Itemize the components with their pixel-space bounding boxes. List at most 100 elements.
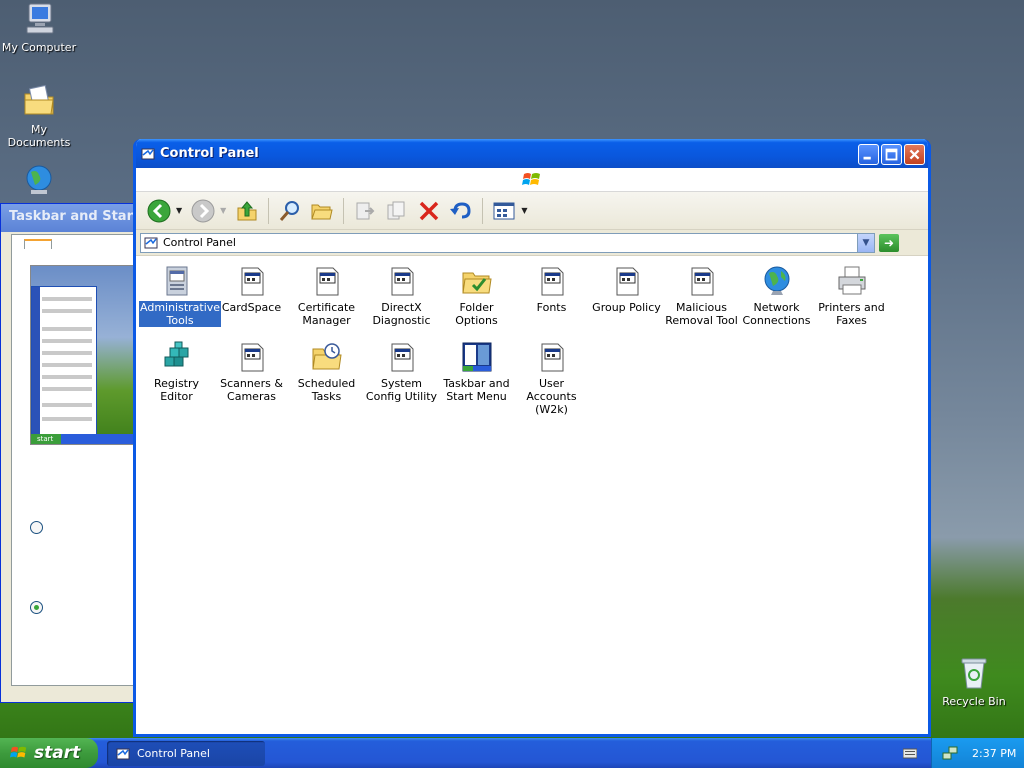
control-panel-item[interactable]: Fonts	[514, 259, 589, 329]
address-dropdown-button[interactable]: ▼	[857, 233, 874, 252]
views-dropdown-icon[interactable]: ▼	[521, 206, 527, 215]
folders-button[interactable]	[307, 196, 337, 226]
go-button[interactable]: ➜	[879, 233, 899, 252]
control-panel-item-label: System Config Utility	[365, 377, 438, 403]
control-panel-items: Administrative Tools CardSpace Certificate…	[139, 259, 919, 416]
taskbar-properties-window[interactable]: Taskbar and Start M start	[0, 203, 140, 703]
chevron-down-icon: ▼	[862, 237, 870, 248]
address-text: Control Panel	[163, 236, 236, 249]
control-panel-item-label: DirectX Diagnostic	[372, 301, 431, 327]
network-tray-icon[interactable]	[942, 745, 958, 761]
maximize-button[interactable]	[881, 144, 902, 165]
desktop-icon-label: My Computer	[1, 41, 77, 54]
window-icon	[611, 265, 643, 297]
desktop-icon-internet[interactable]	[1, 163, 77, 202]
toolbar: ▼ ▼ ▼	[136, 192, 928, 230]
taskbar: start Control Panel 2:37 PM	[0, 738, 1024, 768]
control-panel-item[interactable]: Printers and Faxes	[814, 259, 889, 329]
my-documents-icon	[24, 84, 54, 115]
control-panel-item-label: Fonts	[536, 301, 567, 314]
minimize-button[interactable]	[858, 144, 879, 165]
control-panel-item-label: Malicious Removal Tool	[665, 301, 738, 327]
move-to-icon	[356, 202, 375, 219]
taskbar-icon	[461, 341, 493, 373]
window-icon	[236, 265, 268, 297]
desktop-icon-label: Recycle Bin	[942, 695, 1006, 708]
delete-button[interactable]	[414, 196, 444, 226]
control-panel-item[interactable]: CardSpace	[214, 259, 289, 329]
window-title: Control Panel	[160, 146, 259, 161]
control-panel-item[interactable]: Folder Options	[439, 259, 514, 329]
properties-tab[interactable]	[24, 239, 52, 249]
taskbar-item-label: Control Panel	[137, 747, 210, 760]
control-panel-item[interactable]: Administrative Tools	[139, 259, 222, 329]
control-panel-item-label: Scheduled Tasks	[297, 377, 356, 403]
move-to-button[interactable]	[350, 196, 380, 226]
preview-start-menu	[31, 286, 97, 436]
control-panel-item-label: User Accounts (W2k)	[526, 377, 577, 416]
control-panel-item-label: Scanners & Cameras	[220, 377, 283, 403]
control-panel-item-label: Printers and Faxes	[818, 301, 885, 327]
control-panel-window: Control Panel ▼ ▼ ▼ Control Panel ▼ ➜ Ad…	[133, 139, 931, 737]
control-panel-item[interactable]: Group Policy	[589, 259, 664, 329]
up-folder-icon	[237, 200, 257, 220]
clock[interactable]: 2:37 PM	[972, 747, 1016, 760]
control-panel-item[interactable]: DirectX Diagnostic	[364, 259, 439, 329]
start-menu-radio[interactable]	[30, 521, 43, 534]
background-window-body: start	[11, 234, 137, 686]
control-panel-item[interactable]: Scanners & Cameras	[214, 335, 289, 405]
control-panel-item-label: Certificate Manager	[297, 301, 356, 327]
classic-start-menu-radio[interactable]	[30, 601, 43, 614]
views-button[interactable]	[489, 196, 519, 226]
control-panel-item[interactable]: Registry Editor	[139, 335, 214, 405]
forward-dropdown-icon[interactable]: ▼	[220, 206, 226, 215]
address-input[interactable]: Control Panel ▼	[140, 232, 875, 253]
back-button[interactable]	[144, 196, 174, 226]
control-panel-item[interactable]: System Config Utility	[364, 335, 439, 405]
desktop-icon-recycle-bin[interactable]: Recycle Bin	[936, 656, 1012, 708]
control-panel-item-label: Registry Editor	[153, 377, 200, 403]
views-icon	[493, 202, 515, 219]
undo-icon	[450, 201, 471, 218]
minimize-icon	[863, 156, 871, 160]
control-panel-icon	[141, 148, 155, 159]
control-panel-item[interactable]: Taskbar and Start Menu	[439, 335, 514, 405]
control-panel-item[interactable]: Malicious Removal Tool	[664, 259, 739, 329]
desktop-icon-my-computer[interactable]: My Computer	[1, 2, 77, 54]
forward-button[interactable]	[188, 196, 218, 226]
undo-button[interactable]	[446, 196, 476, 226]
taskbar-item-control-panel[interactable]: Control Panel	[107, 741, 265, 766]
keyboard-icon[interactable]	[903, 746, 917, 760]
forward-arrow-icon	[191, 199, 215, 222]
folder-options-icon	[461, 265, 493, 297]
recycle-bin-icon	[961, 658, 987, 689]
registry-cubes-icon	[161, 341, 193, 373]
control-panel-item[interactable]: Network Connections	[739, 259, 814, 329]
window-icon	[536, 265, 568, 297]
content-area: Administrative Tools CardSpace Certificate…	[136, 257, 928, 734]
start-button[interactable]: start	[0, 738, 98, 768]
back-arrow-icon	[147, 199, 171, 222]
control-panel-item[interactable]: Scheduled Tasks	[289, 335, 364, 405]
window-icon	[311, 265, 343, 297]
control-panel-item-label: CardSpace	[221, 301, 282, 314]
control-panel-item-label: Administrative Tools	[139, 301, 222, 327]
control-panel-item[interactable]: Certificate Manager	[289, 259, 364, 329]
control-panel-item[interactable]: User Accounts (W2k)	[514, 335, 589, 416]
close-button[interactable]	[904, 144, 925, 165]
go-arrow-icon: ➜	[883, 235, 895, 250]
back-dropdown-icon[interactable]: ▼	[176, 206, 182, 215]
desktop-icon-my-documents[interactable]: My Documents	[1, 84, 77, 149]
up-button[interactable]	[232, 196, 262, 226]
window-icon	[536, 341, 568, 373]
copy-to-button[interactable]	[382, 196, 412, 226]
window-icon	[686, 265, 718, 297]
search-button[interactable]	[275, 196, 305, 226]
control-panel-item-label: Network Connections	[742, 301, 811, 327]
address-bar: Control Panel ▼ ➜	[136, 230, 928, 256]
window-icon	[386, 341, 418, 373]
windows-logo-icon	[522, 173, 540, 185]
printer-icon	[836, 265, 868, 297]
window-titlebar[interactable]: Control Panel	[136, 139, 928, 168]
brand-bar	[136, 168, 928, 192]
